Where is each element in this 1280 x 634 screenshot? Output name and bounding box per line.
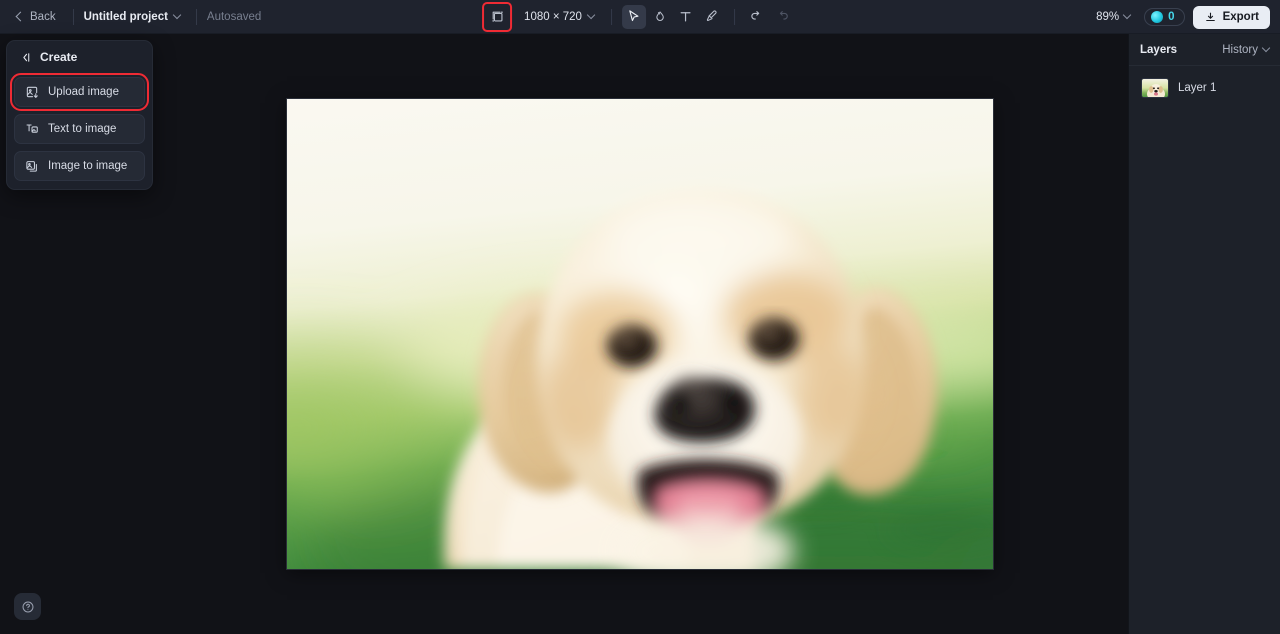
chevron-down-icon [1122,10,1132,20]
divider [610,8,612,25]
text-to-image-button[interactable]: Text to image [14,114,145,144]
chevron-down-icon [586,10,596,19]
canvas-image-dog-photo [287,99,993,569]
history-label: History [1222,43,1258,56]
back-button[interactable]: Back [10,7,63,27]
top-toolbar: Back Untitled project Autosaved 1080 × 7 [0,0,1280,34]
download-icon [1205,12,1215,21]
image-upload-icon [25,85,39,99]
credit-coin-icon [1151,11,1164,23]
layer-thumbnail-image [1142,79,1168,97]
create-panel-list: Upload image Text to image Image to imag… [7,73,152,181]
layer-thumbnail [1141,78,1169,98]
help-button[interactable] [14,593,41,620]
chevron-left-icon [15,11,26,22]
canvas-size-selector[interactable]: 1080 × 720 [517,8,601,26]
layers-panel-header: Layers History [1129,34,1280,66]
redo-button[interactable] [771,5,795,29]
redo-icon [780,11,789,20]
layer-list-item[interactable]: Layer 1 [1137,74,1272,102]
toolbar-center-group: 1080 × 720 [482,0,795,34]
undo-icon [751,11,760,20]
layers-panel-title: Layers [1140,43,1178,56]
credits-badge[interactable]: 0 [1144,8,1185,26]
credits-count: 0 [1168,11,1175,23]
divider [733,8,735,25]
divider [195,8,197,25]
project-title: Untitled project [83,10,168,23]
save-status: Autosaved [206,10,262,23]
canvas-size-value: 1080 × 720 [524,10,582,23]
layers-sidebar: Layers History Layer 1 [1128,34,1280,634]
select-tool-button[interactable] [621,4,646,29]
divider [72,8,74,25]
project-menu-button[interactable] [168,10,186,24]
zoom-level-value: 89% [1096,11,1120,23]
text-to-image-icon [25,122,39,136]
eraser-tool-button[interactable] [648,5,672,29]
brush-icon [707,10,718,22]
canvas-area[interactable] [0,34,1128,634]
cursor-icon [629,10,639,22]
zoom-level-selector[interactable]: 89% [1090,8,1136,26]
image-to-image-icon [25,159,39,173]
resize-canvas-button[interactable] [482,1,513,32]
eraser-icon [656,11,664,21]
undo-button[interactable] [745,5,769,29]
toolbar-left-group: Back Untitled project Autosaved [0,7,261,27]
help-circle-icon [22,601,33,612]
collapse-left-icon [23,52,30,62]
create-panel-header[interactable]: Create [7,41,152,73]
app-root: Back Untitled project Autosaved 1080 × 7 [0,0,1280,634]
upload-image-label: Upload image [48,86,119,98]
chevron-down-icon [172,10,182,19]
history-tab[interactable]: History [1222,43,1271,56]
image-to-image-button[interactable]: Image to image [14,151,145,181]
export-button[interactable]: Export [1192,5,1270,29]
artboard[interactable] [287,99,993,569]
text-to-image-label: Text to image [48,123,117,135]
text-icon [680,12,691,22]
export-button-label: Export [1222,11,1259,23]
text-tool-button[interactable] [674,5,698,29]
create-panel: Create Upload image Text to image Image … [6,40,153,190]
create-panel-title: Create [40,50,78,64]
layer-name: Layer 1 [1178,82,1217,94]
chevron-down-icon [1261,43,1271,52]
image-to-image-label: Image to image [48,160,128,172]
resize-icon [491,11,503,22]
toolbar-right-group: 89% 0 Export [1090,0,1270,34]
dog-photo-graphic [287,99,993,569]
brush-tool-button[interactable] [700,5,724,29]
back-button-label: Back [30,10,56,23]
upload-image-button[interactable]: Upload image [10,73,149,111]
